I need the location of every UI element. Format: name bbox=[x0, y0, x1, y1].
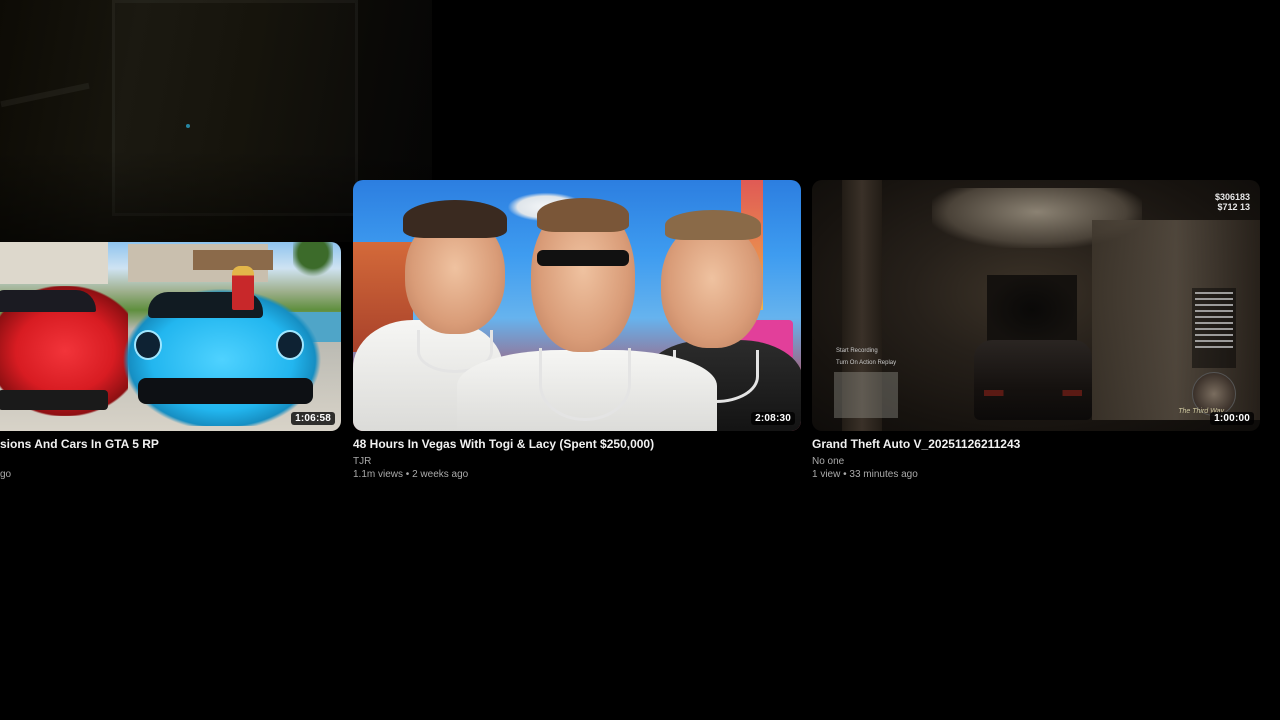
thumb-tunnel bbox=[987, 275, 1077, 345]
thumb-red-car-glass bbox=[0, 290, 96, 312]
thumb-taillights bbox=[984, 390, 1082, 396]
thumb-palm bbox=[293, 242, 333, 280]
thumb-dark-car bbox=[974, 340, 1092, 420]
thumb-person-face bbox=[661, 222, 763, 348]
hud-stats-panel bbox=[1192, 288, 1236, 368]
duration-badge: 1:06:58 bbox=[291, 412, 335, 425]
video-title[interactable]: sions And Cars In GTA 5 RP bbox=[0, 437, 159, 451]
channel-name[interactable]: TJR bbox=[353, 455, 371, 468]
video-thumbnail[interactable]: 2:08:30 bbox=[353, 180, 801, 431]
hud-menu-item: Start Recording bbox=[836, 348, 878, 354]
thumb-headlight bbox=[276, 330, 304, 360]
thumb-person-hair bbox=[665, 210, 761, 240]
thumb-blue-car-grill bbox=[138, 378, 313, 404]
thumb-person-hair bbox=[403, 200, 507, 238]
video-grid-page: 1:06:58 sions And Cars In GTA 5 RP go 2:… bbox=[0, 0, 1280, 720]
hud-money: $306183 $712 13 bbox=[1215, 192, 1250, 212]
video-thumbnail[interactable]: $306183 $712 13 Start Recording Turn On … bbox=[812, 180, 1260, 431]
video-meta: go bbox=[0, 469, 12, 480]
thumb-red-car-grill bbox=[0, 390, 108, 410]
video-thumbnail[interactable]: 1:06:58 bbox=[0, 242, 341, 431]
thumb-chain bbox=[539, 348, 631, 421]
room-pole bbox=[0, 82, 90, 108]
thumb-headlight bbox=[134, 330, 162, 360]
video-meta: 1 view • 33 minutes ago bbox=[812, 469, 918, 480]
hud-menu: Start Recording Turn On Action Replay bbox=[836, 345, 896, 369]
video-title[interactable]: Grand Theft Auto V_20251126211243 bbox=[812, 437, 1020, 451]
hud-money-sub: $712 13 bbox=[1217, 202, 1250, 212]
hud-menu-item: Turn On Action Replay bbox=[836, 360, 897, 366]
video-meta: 1.1m views • 2 weeks ago bbox=[353, 469, 469, 480]
thumb-character bbox=[232, 266, 254, 310]
video-title[interactable]: 48 Hours In Vegas With Togi & Lacy (Spen… bbox=[353, 437, 654, 451]
thumb-house bbox=[0, 242, 108, 284]
channel-name[interactable]: No one bbox=[812, 455, 844, 468]
thumb-person-hair bbox=[537, 198, 629, 232]
duration-badge: 1:00:00 bbox=[1210, 412, 1254, 425]
thumb-sunglasses bbox=[537, 250, 629, 266]
duration-badge: 2:08:30 bbox=[751, 412, 795, 425]
device-led bbox=[186, 124, 190, 128]
thumb-roof bbox=[193, 250, 273, 270]
hud-money-top: $306183 bbox=[1214, 192, 1250, 202]
hud-minimap bbox=[834, 372, 898, 418]
